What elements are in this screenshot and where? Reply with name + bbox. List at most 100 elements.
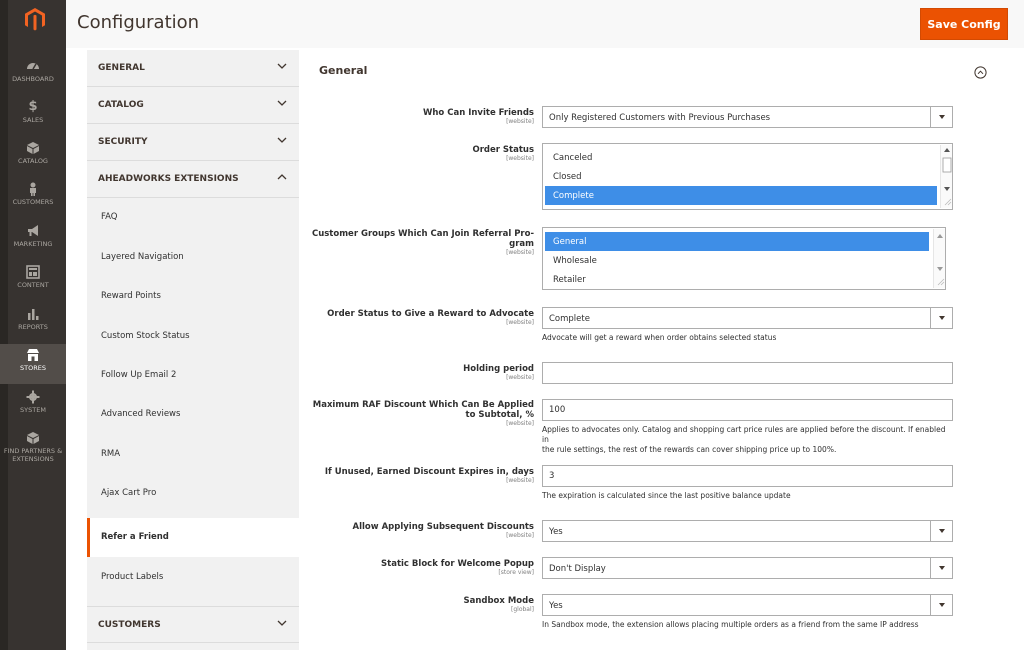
who-can-invite-select[interactable]: Only Registered Customers with Previous … xyxy=(542,106,953,128)
box-icon xyxy=(0,430,66,446)
tab-item-ajax-cart-pro[interactable]: Ajax Cart Pro xyxy=(87,474,299,513)
nav-marketing[interactable]: MARKETING xyxy=(0,220,66,260)
max-discount-input[interactable] xyxy=(542,399,953,421)
nav-find-partners[interactable]: FIND PARTNERS & EXTENSIONS xyxy=(0,427,66,471)
nav-system[interactable]: SYSTEM xyxy=(0,386,66,426)
nav-label: MARKETING xyxy=(13,240,53,248)
store-icon xyxy=(0,347,66,363)
field-scope: [store view] xyxy=(498,569,534,576)
multiselect-option-selected[interactable]: Complete xyxy=(545,186,937,205)
tab-item-follow-up-email[interactable]: Follow Up Email 2 xyxy=(87,356,299,395)
tab-item-rma[interactable]: RMA xyxy=(87,435,299,474)
select-value: Only Registered Customers with Previous … xyxy=(549,113,771,123)
dropdown-arrow-icon xyxy=(930,521,952,541)
admin-sidebar: DASHBOARD $ SALES CATALOG CUSTOMERS MARK… xyxy=(0,0,66,650)
field-label-text: Sandbox Mode xyxy=(463,596,534,606)
tab-item-layered-navigation[interactable]: Layered Navigation xyxy=(87,238,299,277)
nav-reports[interactable]: REPORTS xyxy=(0,303,66,343)
sandbox-mode-select[interactable]: Yes xyxy=(542,594,953,616)
scrollbar[interactable] xyxy=(933,229,945,288)
order-status-multiselect[interactable]: Canceled Closed Complete xyxy=(542,143,953,210)
dropdown-arrow-icon xyxy=(930,558,952,578)
field-scope: [website] xyxy=(506,155,534,162)
tab-item-label: Advanced Reviews xyxy=(101,409,181,419)
static-block-label: Static Block for Welcome Popup [store vi… xyxy=(381,559,534,576)
multiselect-option[interactable]: Closed xyxy=(545,167,937,186)
order-status-label: Order Status [website] xyxy=(472,145,534,162)
tab-item-reward-points[interactable]: Reward Points xyxy=(87,277,299,316)
static-block-select[interactable]: Don't Display xyxy=(542,557,953,579)
megaphone-icon xyxy=(0,223,66,239)
reward-status-select[interactable]: Complete xyxy=(542,307,953,329)
tab-item-faq[interactable]: FAQ xyxy=(87,198,299,237)
nav-stores[interactable]: STORES xyxy=(0,344,66,384)
field-label-text: If Unused, Earned Discount Expires in, d… xyxy=(324,467,534,477)
expires-days-input[interactable] xyxy=(542,465,953,487)
subsequent-label: Allow Applying Subsequent Discounts [web… xyxy=(353,522,534,539)
dropdown-arrow-icon xyxy=(930,595,952,615)
nav-dashboard[interactable]: DASHBOARD xyxy=(0,55,66,95)
multiselect-option[interactable]: Canceled xyxy=(545,148,937,167)
person-icon xyxy=(0,181,66,197)
tab-item-custom-stock-status[interactable]: Custom Stock Status xyxy=(87,317,299,356)
multiselect-option[interactable]: Wholesale xyxy=(545,251,929,270)
reward-status-label: Order Status to Give a Reward to Advocat… xyxy=(327,309,534,326)
tab-item-label: Refer a Friend xyxy=(101,532,169,542)
scrollbar[interactable] xyxy=(940,145,952,208)
holding-period-input[interactable] xyxy=(542,362,953,384)
nav-customers[interactable]: CUSTOMERS xyxy=(0,178,66,218)
select-value: Don't Display xyxy=(549,564,606,574)
nav-label: STORES xyxy=(20,364,46,372)
field-scope: [website] xyxy=(506,118,534,125)
tab-aheadworks-extensions[interactable]: AHEADWORKS EXTENSIONS xyxy=(87,161,299,198)
nav-sales[interactable]: $ SALES xyxy=(0,96,66,136)
who-can-invite-label: Who Can Invite Friends [website] xyxy=(423,108,534,125)
chevron-down-icon xyxy=(277,100,287,106)
multiselect-option[interactable]: Retailer xyxy=(545,270,929,289)
cube-icon xyxy=(0,140,66,156)
customer-groups-multiselect[interactable]: General Wholesale Retailer xyxy=(542,227,946,290)
select-value: Yes xyxy=(549,527,563,537)
dollar-icon: $ xyxy=(28,99,38,114)
tab-item-refer-a-friend[interactable]: Refer a Friend xyxy=(87,518,299,557)
multiselect-option-selected[interactable]: General xyxy=(545,232,929,251)
section-title[interactable]: General xyxy=(319,64,367,77)
customer-groups-label: Customer Groups Which Can Join Referral … xyxy=(312,229,534,256)
magento-logo[interactable] xyxy=(25,8,45,31)
nav-content[interactable]: CONTENT xyxy=(0,261,66,301)
tab-label: CATALOG xyxy=(98,100,144,110)
dashboard-icon xyxy=(0,58,66,74)
expires-label: If Unused, Earned Discount Expires in, d… xyxy=(325,467,534,484)
subsequent-discounts-select[interactable]: Yes xyxy=(542,520,953,542)
expires-note: The expiration is calculated since the l… xyxy=(542,491,791,500)
tab-general[interactable]: GENERAL xyxy=(87,50,299,87)
collapse-circle-icon[interactable] xyxy=(974,66,987,79)
tab-item-product-labels[interactable]: Product Labels xyxy=(87,558,299,597)
nav-label: SALES xyxy=(22,116,44,124)
aheadworks-items: FAQ Layered Navigation Reward Points Cus… xyxy=(87,198,299,606)
tab-item-label: Custom Stock Status xyxy=(101,331,190,341)
nav-label: FIND PARTNERS & EXTENSIONS xyxy=(3,447,63,463)
tab-item-advanced-reviews[interactable]: Advanced Reviews xyxy=(87,395,299,434)
field-scope: [website] xyxy=(506,374,534,381)
field-scope: [website] xyxy=(506,319,534,326)
note-line: Applies to advocates only. Catalog and s… xyxy=(542,425,946,444)
tab-security[interactable]: SECURITY xyxy=(87,124,299,161)
tab-catalog[interactable]: CATALOG xyxy=(87,87,299,124)
nav-label: CATALOG xyxy=(18,157,48,165)
tab-item-label: FAQ xyxy=(101,212,118,222)
nav-label: DASHBOARD xyxy=(12,75,54,83)
sandbox-note: In Sandbox mode, the extension allows pl… xyxy=(542,620,919,629)
save-config-button[interactable]: Save Config xyxy=(920,8,1008,40)
chevron-up-icon xyxy=(277,174,287,180)
chevron-down-icon xyxy=(277,137,287,143)
select-value: Yes xyxy=(549,601,563,611)
page-title: Configuration xyxy=(77,12,200,33)
field-label-text: Maximum RAF Discount Which Can Be Applie… xyxy=(312,400,534,410)
tab-item-label: RMA xyxy=(101,449,121,459)
chevron-down-icon xyxy=(277,63,287,69)
nav-catalog[interactable]: CATALOG xyxy=(0,137,66,177)
reward-status-note: Advocate will get a reward when order ob… xyxy=(542,333,777,342)
field-scope: [website] xyxy=(506,420,534,427)
tab-customers[interactable]: CUSTOMERS xyxy=(87,606,299,643)
